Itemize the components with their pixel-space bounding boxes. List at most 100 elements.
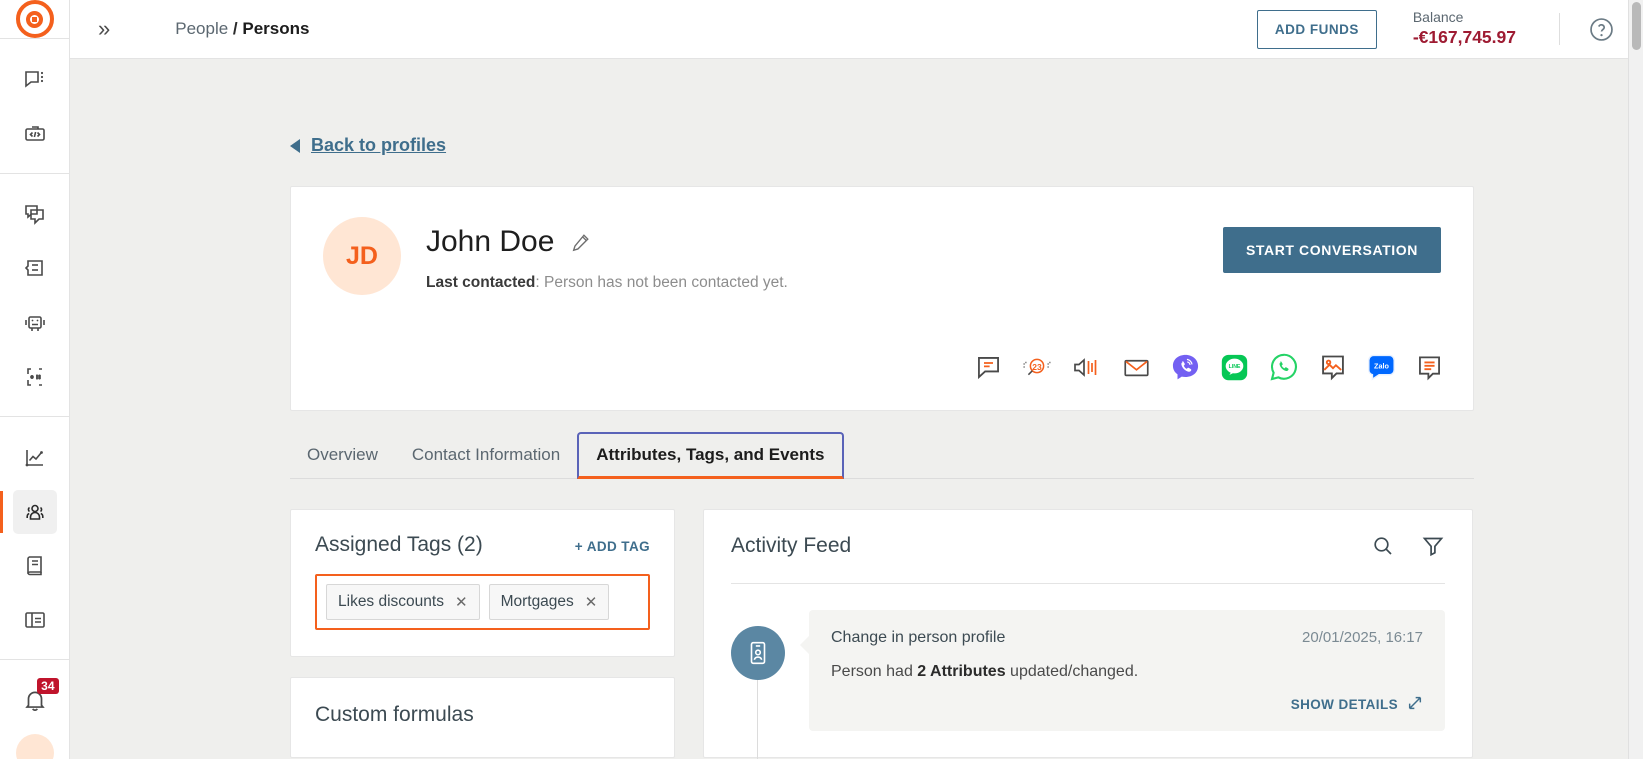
number-lookup-channel-icon[interactable]: 23 — [1022, 354, 1052, 381]
last-contacted-value: : Person has not been contacted yet. — [535, 274, 788, 291]
balance-display: Balance -€167,745.97 — [1413, 9, 1516, 48]
breadcrumb: People / Persons — [175, 19, 309, 39]
svg-text:23: 23 — [1032, 361, 1042, 371]
activity-timestamp: 20/01/2025, 16:17 — [1302, 629, 1423, 646]
hash-asterisk-icon — [23, 365, 47, 389]
last-contacted: Last contacted: Person has not been cont… — [426, 274, 788, 292]
activity-feed-card: Activity Feed Change in person profile 2… — [703, 509, 1473, 759]
sidebar-item-workspace[interactable] — [13, 598, 57, 642]
custom-formulas-card: Custom formulas — [290, 677, 675, 758]
tab-overview[interactable]: Overview — [290, 445, 395, 478]
desc-prefix: Person had — [831, 663, 918, 680]
desc-suffix: updated/changed. — [1005, 663, 1139, 680]
sidebar-item-campaigns[interactable] — [13, 193, 57, 237]
sms-channel-icon[interactable] — [975, 354, 1002, 381]
breadcrumb-root[interactable]: People — [175, 19, 228, 38]
book-icon — [23, 554, 47, 578]
analytics-chart-icon — [23, 446, 47, 470]
channel-icons-row: 23 LINE Zalo — [975, 352, 1443, 382]
activity-description: Person had 2 Attributes updated/changed. — [831, 663, 1423, 681]
list-item: Change in person profile 20/01/2025, 16:… — [731, 610, 1445, 759]
desc-bold: 2 Attributes — [917, 663, 1006, 680]
svg-text:LINE: LINE — [1229, 363, 1241, 369]
profile-tabs: Overview Contact Information Attributes,… — [290, 432, 1474, 479]
profile-card: JD John Doe Last contacted: Person has n… — [290, 186, 1474, 411]
layout-panel-icon — [23, 608, 47, 632]
chat-minus-icon — [23, 257, 47, 281]
email-channel-icon[interactable] — [1122, 354, 1151, 381]
sidebar-group-data — [0, 417, 70, 660]
sidebar-group-communications — [0, 39, 70, 174]
balance-label: Balance — [1412, 9, 1464, 26]
panels-row: Assigned Tags (2) + ADD TAG Likes discou… — [290, 509, 1643, 759]
code-briefcase-icon — [23, 122, 47, 146]
app-root: 34 » People / Persons ADD FUNDS Balance … — [0, 0, 1643, 759]
back-to-profiles-link[interactable]: Back to profiles — [70, 59, 446, 156]
back-link-label[interactable]: Back to profiles — [311, 135, 446, 156]
sidebar-item-people[interactable] — [0, 490, 57, 534]
sidebar-item-knowledge-base[interactable] — [13, 544, 57, 588]
chevron-double-right-icon[interactable]: » — [88, 18, 120, 40]
line-channel-icon[interactable]: LINE — [1220, 353, 1249, 382]
chat-dots-icon — [23, 68, 47, 92]
custom-formulas-title: Custom formulas — [315, 703, 474, 726]
tag-label: Mortgages — [500, 593, 574, 610]
tab-contact-information[interactable]: Contact Information — [395, 445, 577, 478]
close-icon[interactable]: ✕ — [585, 595, 598, 610]
triangle-left-icon — [290, 138, 300, 153]
tag-chip[interactable]: Likes discounts ✕ — [326, 584, 480, 620]
sidebar-item-templates[interactable] — [13, 247, 57, 291]
scrollbar-thumb[interactable] — [1632, 2, 1641, 50]
voice-channel-icon[interactable] — [1072, 354, 1102, 381]
start-conversation-button[interactable]: START CONVERSATION — [1222, 227, 1441, 273]
zalo-channel-icon[interactable]: Zalo — [1367, 353, 1396, 382]
viber-channel-icon[interactable] — [1171, 353, 1200, 382]
target-logo-icon — [15, 0, 54, 38]
header-divider — [1559, 13, 1560, 45]
activity-item-body: Change in person profile 20/01/2025, 16:… — [800, 610, 1445, 731]
help-circle-icon[interactable] — [1588, 16, 1615, 43]
show-details-button[interactable]: SHOW DETAILS — [831, 695, 1423, 714]
main-area: » People / Persons ADD FUNDS Balance -€1… — [70, 0, 1643, 759]
sidebar-item-developer-tools[interactable] — [13, 112, 57, 156]
filter-icon[interactable] — [1421, 534, 1445, 558]
whatsapp-channel-icon[interactable] — [1269, 352, 1299, 382]
avatar[interactable] — [15, 734, 54, 759]
tag-chip[interactable]: Mortgages ✕ — [488, 584, 610, 620]
last-contacted-label: Last contacted — [426, 274, 536, 291]
assigned-tags-card: Assigned Tags (2) + ADD TAG Likes discou… — [290, 509, 675, 657]
tags-container: Likes discounts ✕ Mortgages ✕ — [315, 574, 650, 630]
profile-avatar: JD — [323, 217, 401, 295]
close-icon[interactable]: ✕ — [455, 595, 468, 610]
pencil-icon[interactable] — [570, 231, 592, 253]
id-badge-icon — [731, 626, 785, 680]
breadcrumb-current: Persons — [242, 19, 310, 38]
people-icon — [23, 500, 47, 524]
breadcrumb-separator: / — [232, 19, 238, 38]
sidebar: 34 — [0, 0, 70, 759]
add-funds-button[interactable]: ADD FUNDS — [1256, 9, 1377, 49]
search-icon[interactable] — [1371, 534, 1395, 558]
mms-channel-icon[interactable] — [1319, 353, 1347, 381]
expand-diagonal-icon — [1407, 695, 1423, 714]
sidebar-item-notifications[interactable]: 34 — [13, 678, 59, 723]
sidebar-item-analytics[interactable] — [13, 436, 57, 480]
robot-icon — [23, 311, 47, 335]
app-logo[interactable] — [0, 0, 70, 39]
balance-value: -€167,745.97 — [1412, 26, 1516, 47]
tab-attributes-tags-events[interactable]: Attributes, Tags, and Events — [577, 432, 844, 479]
tag-label: Likes discounts — [338, 593, 444, 610]
sidebar-item-numbers[interactable] — [13, 355, 57, 399]
activity-heading: Change in person profile — [831, 629, 1006, 646]
divider — [731, 583, 1445, 584]
page-title: John Doe — [426, 225, 555, 258]
top-header: » People / Persons ADD FUNDS Balance -€1… — [70, 0, 1643, 59]
assigned-tags-title: Assigned Tags (2) — [315, 533, 483, 556]
vertical-scrollbar[interactable] — [1628, 0, 1643, 759]
sidebar-item-bots[interactable] — [13, 301, 57, 345]
sidebar-group-alerts: 34 — [0, 660, 70, 759]
sidebar-item-conversations[interactable] — [13, 58, 57, 102]
chat-copy-icon — [23, 203, 47, 227]
rcs-channel-icon[interactable] — [1416, 354, 1443, 381]
add-tag-button[interactable]: + ADD TAG — [575, 539, 650, 554]
